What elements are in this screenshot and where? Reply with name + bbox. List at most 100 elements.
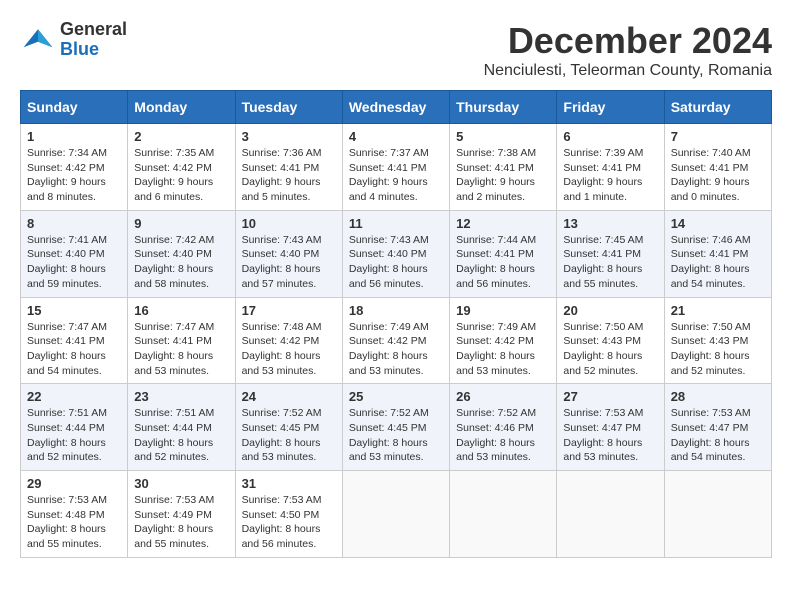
day-number: 15 [27, 303, 121, 318]
cell-info: Sunrise: 7:48 AMSunset: 4:42 PMDaylight:… [242, 321, 322, 377]
day-number: 4 [349, 129, 443, 144]
day-number: 23 [134, 389, 228, 404]
day-cell-11: 11 Sunrise: 7:43 AMSunset: 4:40 PMDayligh… [342, 210, 449, 297]
day-number: 26 [456, 389, 550, 404]
week-row-1: 1Sunrise: 7:34 AMSunset: 4:42 PMDaylight… [21, 124, 772, 211]
title-area: December 2024 Nenciulesti, Teleorman Cou… [484, 20, 772, 80]
cell-info: Sunrise: 7:53 AMSunset: 4:47 PMDaylight:… [563, 407, 643, 463]
day-cell-31: 31 Sunrise: 7:53 AMSunset: 4:50 PMDayligh… [235, 471, 342, 558]
day-number: 7 [671, 129, 765, 144]
day-number: 30 [134, 476, 228, 491]
day-cell-1: 1Sunrise: 7:34 AMSunset: 4:42 PMDaylight… [21, 124, 128, 211]
cell-info: Sunrise: 7:53 AMSunset: 4:47 PMDaylight:… [671, 407, 751, 463]
cell-info: Sunrise: 7:38 AMSunset: 4:41 PMDaylight:… [456, 147, 536, 203]
cell-info: Sunrise: 7:43 AMSunset: 4:40 PMDaylight:… [349, 234, 429, 290]
cell-info: Sunrise: 7:51 AMSunset: 4:44 PMDaylight:… [27, 407, 107, 463]
cell-info: Sunrise: 7:49 AMSunset: 4:42 PMDaylight:… [349, 321, 429, 377]
day-cell-27: 27 Sunrise: 7:53 AMSunset: 4:47 PMDayligh… [557, 384, 664, 471]
day-cell-30: 30Sunrise: 7:53 AMSunset: 4:49 PMDayligh… [128, 471, 235, 558]
cell-info: Sunrise: 7:37 AMSunset: 4:41 PMDaylight:… [349, 147, 429, 203]
cell-info: Sunrise: 7:53 AMSunset: 4:50 PMDaylight:… [242, 494, 322, 550]
cell-info: Sunrise: 7:53 AMSunset: 4:48 PMDaylight:… [27, 494, 107, 550]
col-header-saturday: Saturday [664, 91, 771, 124]
col-header-wednesday: Wednesday [342, 91, 449, 124]
day-number: 13 [563, 216, 657, 231]
day-cell-22: 22 Sunrise: 7:51 AMSunset: 4:44 PMDayligh… [21, 384, 128, 471]
cell-info: Sunrise: 7:52 AMSunset: 4:45 PMDaylight:… [349, 407, 429, 463]
cell-info: Sunrise: 7:36 AMSunset: 4:41 PMDaylight:… [242, 147, 322, 203]
day-cell-6: 6Sunrise: 7:39 AMSunset: 4:41 PMDaylight… [557, 124, 664, 211]
day-number: 28 [671, 389, 765, 404]
cell-info: Sunrise: 7:39 AMSunset: 4:41 PMDaylight:… [563, 147, 643, 203]
cell-info: Sunrise: 7:47 AMSunset: 4:41 PMDaylight:… [134, 321, 214, 377]
day-cell-10: 10Sunrise: 7:43 AMSunset: 4:40 PMDayligh… [235, 210, 342, 297]
day-cell-13: 13 Sunrise: 7:45 AMSunset: 4:41 PMDayligh… [557, 210, 664, 297]
day-cell-20: 20 Sunrise: 7:50 AMSunset: 4:43 PMDayligh… [557, 297, 664, 384]
week-row-4: 22 Sunrise: 7:51 AMSunset: 4:44 PMDayligh… [21, 384, 772, 471]
cell-info: Sunrise: 7:49 AMSunset: 4:42 PMDaylight:… [456, 321, 536, 377]
cell-info: Sunrise: 7:35 AMSunset: 4:42 PMDaylight:… [134, 147, 214, 203]
day-number: 31 [242, 476, 336, 491]
day-cell-7: 7 Sunrise: 7:40 AMSunset: 4:41 PMDaylight… [664, 124, 771, 211]
day-cell-15: 15 Sunrise: 7:47 AMSunset: 4:41 PMDayligh… [21, 297, 128, 384]
cell-info: Sunrise: 7:34 AMSunset: 4:42 PMDaylight:… [27, 147, 107, 203]
day-cell-2: 2 Sunrise: 7:35 AMSunset: 4:42 PMDaylight… [128, 124, 235, 211]
col-header-thursday: Thursday [450, 91, 557, 124]
day-number: 22 [27, 389, 121, 404]
cell-info: Sunrise: 7:51 AMSunset: 4:44 PMDaylight:… [134, 407, 214, 463]
header-row: SundayMondayTuesdayWednesdayThursdayFrid… [21, 91, 772, 124]
month-title: December 2024 [484, 20, 772, 62]
day-number: 25 [349, 389, 443, 404]
cell-info: Sunrise: 7:52 AMSunset: 4:45 PMDaylight:… [242, 407, 322, 463]
col-header-monday: Monday [128, 91, 235, 124]
day-number: 20 [563, 303, 657, 318]
empty-cell [557, 471, 664, 558]
day-number: 24 [242, 389, 336, 404]
day-cell-12: 12 Sunrise: 7:44 AMSunset: 4:41 PMDayligh… [450, 210, 557, 297]
cell-info: Sunrise: 7:42 AMSunset: 4:40 PMDaylight:… [134, 234, 214, 290]
logo-text: General Blue [60, 20, 127, 60]
week-row-2: 8Sunrise: 7:41 AMSunset: 4:40 PMDaylight… [21, 210, 772, 297]
day-number: 17 [242, 303, 336, 318]
day-number: 29 [27, 476, 121, 491]
day-number: 19 [456, 303, 550, 318]
day-cell-26: 26 Sunrise: 7:52 AMSunset: 4:46 PMDayligh… [450, 384, 557, 471]
cell-info: Sunrise: 7:41 AMSunset: 4:40 PMDaylight:… [27, 234, 107, 290]
day-cell-4: 4 Sunrise: 7:37 AMSunset: 4:41 PMDaylight… [342, 124, 449, 211]
day-number: 3 [242, 129, 336, 144]
cell-info: Sunrise: 7:45 AMSunset: 4:41 PMDaylight:… [563, 234, 643, 290]
day-cell-14: 14Sunrise: 7:46 AMSunset: 4:41 PMDayligh… [664, 210, 771, 297]
day-cell-23: 23 Sunrise: 7:51 AMSunset: 4:44 PMDayligh… [128, 384, 235, 471]
week-row-3: 15 Sunrise: 7:47 AMSunset: 4:41 PMDayligh… [21, 297, 772, 384]
cell-info: Sunrise: 7:52 AMSunset: 4:46 PMDaylight:… [456, 407, 536, 463]
day-number: 14 [671, 216, 765, 231]
day-cell-21: 21Sunrise: 7:50 AMSunset: 4:43 PMDayligh… [664, 297, 771, 384]
cell-info: Sunrise: 7:40 AMSunset: 4:41 PMDaylight:… [671, 147, 751, 203]
cell-info: Sunrise: 7:44 AMSunset: 4:41 PMDaylight:… [456, 234, 536, 290]
cell-info: Sunrise: 7:43 AMSunset: 4:40 PMDaylight:… [242, 234, 322, 290]
day-cell-3: 3 Sunrise: 7:36 AMSunset: 4:41 PMDaylight… [235, 124, 342, 211]
empty-cell [450, 471, 557, 558]
week-row-5: 29 Sunrise: 7:53 AMSunset: 4:48 PMDayligh… [21, 471, 772, 558]
cell-info: Sunrise: 7:50 AMSunset: 4:43 PMDaylight:… [563, 321, 643, 377]
day-cell-19: 19 Sunrise: 7:49 AMSunset: 4:42 PMDayligh… [450, 297, 557, 384]
day-number: 9 [134, 216, 228, 231]
day-cell-17: 17 Sunrise: 7:48 AMSunset: 4:42 PMDayligh… [235, 297, 342, 384]
logo-bird-icon [20, 22, 56, 58]
cell-info: Sunrise: 7:47 AMSunset: 4:41 PMDaylight:… [27, 321, 107, 377]
day-number: 16 [134, 303, 228, 318]
day-cell-24: 24 Sunrise: 7:52 AMSunset: 4:45 PMDayligh… [235, 384, 342, 471]
day-cell-18: 18 Sunrise: 7:49 AMSunset: 4:42 PMDayligh… [342, 297, 449, 384]
col-header-tuesday: Tuesday [235, 91, 342, 124]
day-number: 12 [456, 216, 550, 231]
day-number: 11 [349, 216, 443, 231]
col-header-friday: Friday [557, 91, 664, 124]
day-cell-8: 8Sunrise: 7:41 AMSunset: 4:40 PMDaylight… [21, 210, 128, 297]
day-number: 5 [456, 129, 550, 144]
day-cell-29: 29 Sunrise: 7:53 AMSunset: 4:48 PMDayligh… [21, 471, 128, 558]
day-number: 27 [563, 389, 657, 404]
location-title: Nenciulesti, Teleorman County, Romania [484, 62, 772, 80]
day-number: 18 [349, 303, 443, 318]
logo: General Blue [20, 20, 127, 60]
day-number: 2 [134, 129, 228, 144]
